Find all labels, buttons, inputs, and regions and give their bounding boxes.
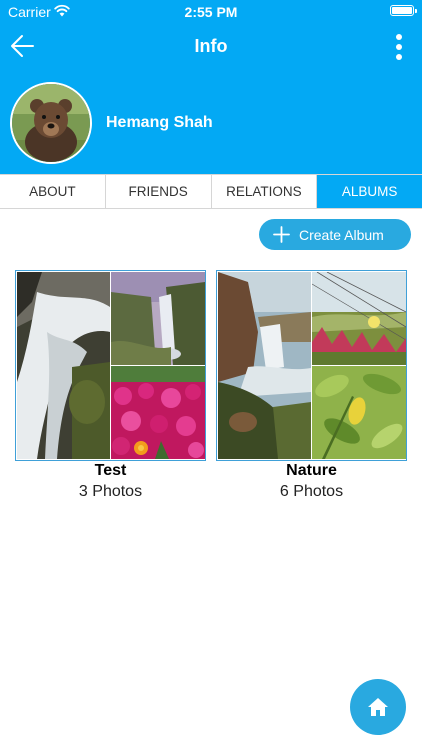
album-title: Test bbox=[94, 462, 127, 479]
home-icon bbox=[368, 698, 388, 716]
avatar[interactable] bbox=[10, 82, 92, 164]
album-card-test[interactable]: Test 3 Photos bbox=[15, 270, 206, 502]
tab-friends[interactable]: FRIENDS bbox=[106, 175, 212, 208]
bear-avatar bbox=[12, 84, 90, 162]
status-bar: Carrier 2:55 PM bbox=[0, 0, 422, 24]
tab-relations[interactable]: RELATIONS bbox=[212, 175, 318, 208]
battery-icon bbox=[390, 5, 417, 16]
tab-albums[interactable]: ALBUMS bbox=[317, 175, 422, 208]
status-time: 2:55 PM bbox=[184, 4, 238, 20]
arrow-left-icon bbox=[11, 35, 34, 57]
album-photo-waterfall-rocks bbox=[17, 272, 110, 459]
tab-about[interactable]: ABOUT bbox=[0, 175, 106, 208]
home-button[interactable] bbox=[350, 679, 406, 735]
album-photo-green-leaves bbox=[312, 366, 406, 459]
plus-icon bbox=[273, 226, 290, 243]
more-options-button[interactable] bbox=[384, 30, 414, 64]
page-title: Info bbox=[194, 36, 228, 56]
nav-bar: Info bbox=[0, 24, 422, 70]
album-photo-waterfall-coast bbox=[218, 272, 311, 459]
more-vertical-icon bbox=[396, 34, 402, 40]
album-photo-count: 6 Photos bbox=[279, 483, 344, 500]
create-album-button[interactable]: Create Album bbox=[259, 219, 411, 250]
create-album-label: Create Album bbox=[299, 227, 384, 243]
profile-name: Hemang Shah bbox=[106, 114, 213, 131]
album-cover-grid bbox=[216, 270, 407, 461]
album-title: Nature bbox=[286, 462, 337, 479]
album-photo-count: 3 Photos bbox=[78, 483, 143, 500]
album-card-nature[interactable]: Nature 6 Photos bbox=[216, 270, 407, 502]
album-photo-waterfall-cliff bbox=[111, 272, 205, 365]
album-cover-grid bbox=[15, 270, 206, 461]
profile-tabs: ABOUT FRIENDS RELATIONS ALBUMS bbox=[0, 174, 422, 209]
album-photo-pink-flowers bbox=[111, 366, 205, 459]
app-header: Carrier 2:55 PM Info Hemang Shah bbox=[0, 0, 422, 174]
back-button[interactable] bbox=[6, 28, 42, 64]
album-photo-meadow-wires bbox=[312, 272, 406, 365]
